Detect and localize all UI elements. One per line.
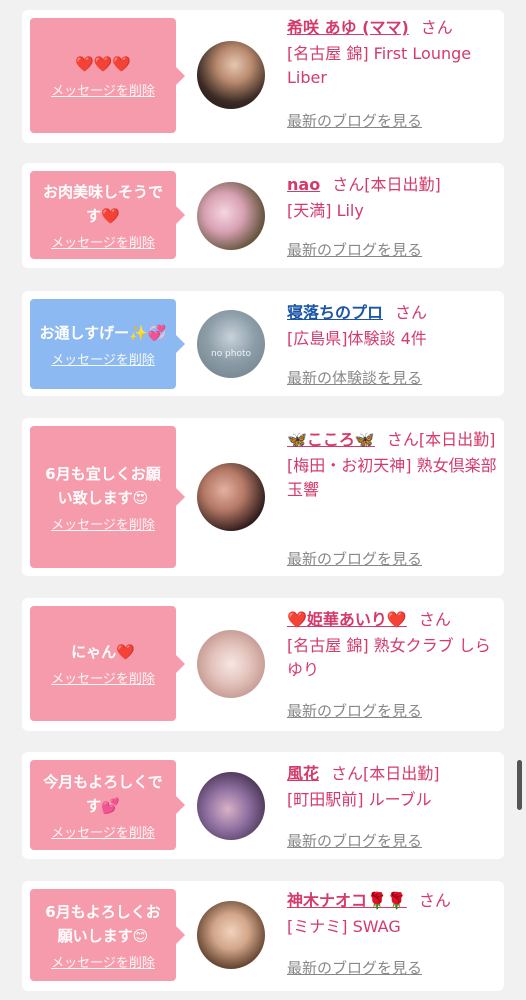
delete-message-link[interactable]: メッセージを削除 bbox=[51, 514, 155, 533]
latest-blog-link[interactable]: 最新のブログを見る bbox=[287, 700, 422, 721]
message-bubble: にゃん❤️ メッセージを削除 bbox=[30, 606, 185, 721]
shop-link[interactable]: [天満] Lily bbox=[287, 199, 502, 223]
user-name-link[interactable]: 神木ナオコ🌹🌹 bbox=[287, 891, 407, 910]
user-name-link[interactable]: 希咲 あゆ (ママ) bbox=[287, 18, 409, 37]
user-info: 希咲 あゆ (ママ) さん [名古屋 錦] First Lounge Liber bbox=[287, 16, 502, 90]
delete-message-link[interactable]: メッセージを削除 bbox=[51, 668, 155, 687]
user-info: nao さん[本日出勤] [天満] Lily bbox=[287, 173, 502, 223]
no-photo-label: no photo bbox=[210, 349, 252, 359]
honorific-label: さん bbox=[420, 18, 453, 37]
avatar[interactable] bbox=[197, 630, 265, 698]
shop-link[interactable]: [町田駅前] ルーブル bbox=[287, 788, 502, 812]
message-bubble: 6月もよろしくお願いします😊 メッセージを削除 bbox=[30, 889, 185, 981]
latest-blog-link[interactable]: 最新のブログを見る bbox=[287, 548, 422, 569]
delete-message-link[interactable]: メッセージを削除 bbox=[51, 349, 155, 368]
message-text: ❤️❤️❤️ bbox=[74, 55, 132, 73]
delete-message-link[interactable]: メッセージを削除 bbox=[51, 80, 155, 99]
message-text: お通しすげー✨💞 bbox=[39, 323, 167, 342]
scrollbar[interactable] bbox=[517, 760, 522, 810]
shop-link[interactable]: [ミナミ] SWAG bbox=[287, 915, 502, 939]
latest-blog-link[interactable]: 最新のブログを見る bbox=[287, 239, 422, 260]
user-name-link[interactable]: 寝落ちのプロ bbox=[287, 303, 383, 322]
shop-link[interactable]: [広島県]体験談 4件 bbox=[287, 327, 502, 351]
message-bubble: 6月も宜しくお願い致します😍 メッセージを削除 bbox=[30, 426, 185, 568]
message-card: にゃん❤️ メッセージを削除 ❤️姫華あいり❤️ さん [名古屋 錦] 熟女クラブ… bbox=[22, 598, 504, 731]
user-info: ❤️姫華あいり❤️ さん [名古屋 錦] 熟女クラブ しらゆり bbox=[287, 608, 502, 682]
latest-blog-link[interactable]: 最新のブログを見る bbox=[287, 830, 422, 851]
user-info: 風花 さん[本日出勤] [町田駅前] ルーブル bbox=[287, 762, 502, 812]
avatar[interactable] bbox=[197, 41, 265, 109]
honorific-label: さん bbox=[395, 303, 428, 322]
shop-link[interactable]: [名古屋 錦] First Lounge Liber bbox=[287, 42, 502, 90]
honorific-label: さん bbox=[386, 430, 419, 449]
delete-message-link[interactable]: メッセージを削除 bbox=[51, 822, 155, 841]
message-card: 6月もよろしくお願いします😊 メッセージを削除 神木ナオコ🌹🌹 さん [ミナミ] … bbox=[22, 881, 504, 991]
message-text: 6月も宜しくお願い致します😍 bbox=[45, 464, 161, 507]
user-name-link[interactable]: nao bbox=[287, 175, 320, 194]
shop-link[interactable]: [名古屋 錦] 熟女クラブ しらゆり bbox=[287, 634, 502, 682]
message-card: 6月も宜しくお願い致します😍 メッセージを削除 🦋こころ🦋 さん[本日出勤] [梅… bbox=[22, 418, 504, 576]
user-info: 🦋こころ🦋 さん[本日出勤] [梅田・お初天神] 熟女倶楽部 玉響 bbox=[287, 428, 502, 502]
user-name-link[interactable]: 風花 bbox=[287, 764, 319, 783]
message-card: 今月もよろしくです💕 メッセージを削除 風花 さん[本日出勤] [町田駅前] ルー… bbox=[22, 752, 504, 859]
status-label: [本日出勤] bbox=[418, 430, 496, 449]
shop-link[interactable]: [梅田・お初天神] 熟女倶楽部 玉響 bbox=[287, 454, 502, 502]
latest-review-link[interactable]: 最新の体験談を見る bbox=[287, 367, 422, 388]
message-text: お肉美味しそうです❤️ bbox=[42, 182, 163, 225]
user-info: 神木ナオコ🌹🌹 さん [ミナミ] SWAG bbox=[287, 889, 502, 939]
message-card: お肉美味しそうです❤️ メッセージを削除 nao さん[本日出勤] [天満] Li… bbox=[22, 163, 504, 268]
user-name-link[interactable]: 🦋こころ🦋 bbox=[287, 430, 375, 449]
delete-message-link[interactable]: メッセージを削除 bbox=[51, 232, 155, 251]
avatar[interactable]: no photo bbox=[197, 310, 265, 378]
status-label: [本日出勤] bbox=[363, 764, 440, 783]
user-name-link[interactable]: ❤️姫華あいり❤️ bbox=[287, 610, 407, 629]
status-label: [本日出勤] bbox=[364, 175, 441, 194]
message-text: 6月もよろしくお願いします😊 bbox=[45, 902, 161, 945]
message-bubble: ❤️❤️❤️ メッセージを削除 bbox=[30, 18, 185, 133]
message-text: 今月もよろしくです💕 bbox=[43, 772, 163, 815]
avatar[interactable] bbox=[197, 772, 265, 840]
user-info: 寝落ちのプロ さん [広島県]体験談 4件 bbox=[287, 301, 502, 351]
message-card: お通しすげー✨💞 メッセージを削除 no photo 寝落ちのプロ さん [広島県… bbox=[22, 291, 504, 396]
honorific-label: さん bbox=[331, 764, 364, 783]
latest-blog-link[interactable]: 最新のブログを見る bbox=[287, 110, 422, 131]
avatar[interactable] bbox=[197, 182, 265, 250]
message-bubble: 今月もよろしくです💕 メッセージを削除 bbox=[30, 760, 185, 850]
message-text: にゃん❤️ bbox=[71, 643, 135, 661]
honorific-label: さん bbox=[418, 891, 451, 910]
delete-message-link[interactable]: メッセージを削除 bbox=[51, 952, 155, 971]
message-bubble: お肉美味しそうです❤️ メッセージを削除 bbox=[30, 171, 185, 259]
message-bubble: お通しすげー✨💞 メッセージを削除 bbox=[30, 299, 185, 389]
honorific-label: さん bbox=[418, 610, 451, 629]
latest-blog-link[interactable]: 最新のブログを見る bbox=[287, 957, 422, 978]
message-card: ❤️❤️❤️ メッセージを削除 希咲 あゆ (ママ) さん [名古屋 錦] Fir… bbox=[22, 10, 504, 143]
avatar[interactable] bbox=[197, 901, 265, 969]
honorific-label: さん bbox=[332, 175, 365, 194]
avatar[interactable] bbox=[197, 463, 265, 531]
